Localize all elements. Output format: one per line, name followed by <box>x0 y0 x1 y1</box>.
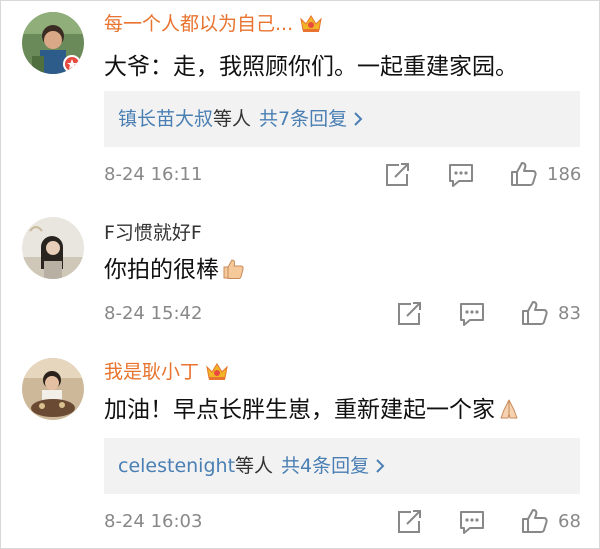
comment-icon[interactable] <box>458 509 486 535</box>
repost-icon[interactable] <box>395 509 423 535</box>
avatar[interactable] <box>22 217 84 279</box>
avatar[interactable] <box>22 358 84 420</box>
reply-summary-box[interactable]: 镇长苗大叔等人 共7条回复 <box>104 91 580 147</box>
chevron-right-icon <box>376 459 385 473</box>
timestamp: 8-24 16:03 <box>104 511 203 532</box>
timestamp: 8-24 15:42 <box>104 303 203 324</box>
reply-names-link[interactable]: 镇长苗大叔 <box>118 108 213 130</box>
comment-item: 每一个人都以为自己... 大爷：走，我照顾你们。一起重建家园。 镇长苗大叔等人共… <box>0 0 600 200</box>
comment-icon[interactable] <box>447 162 475 188</box>
username[interactable]: 我是耿小丁 <box>104 360 229 384</box>
vip-crown-icon <box>300 15 322 32</box>
like-count: 186 <box>547 164 582 185</box>
like-count: 68 <box>558 511 581 532</box>
chevron-right-icon <box>354 112 363 126</box>
comment-icon[interactable] <box>458 301 486 327</box>
username[interactable]: 每一个人都以为自己... <box>104 12 323 36</box>
comment-item: 我是耿小丁 加油！早点长胖生崽，重新建起一个家 celestenight等人 共4… <box>0 348 600 549</box>
avatar[interactable] <box>22 12 84 74</box>
comment-text: 大爷：走，我照顾你们。一起重建家园。 <box>104 54 518 80</box>
repost-icon[interactable] <box>383 162 411 188</box>
comment-text: 加油！早点长胖生崽，重新建起一个家 <box>104 395 521 425</box>
username[interactable]: F习惯就好F <box>104 221 202 245</box>
reply-count-link[interactable]: 共7条回复 <box>259 108 347 130</box>
like-icon[interactable] <box>521 300 549 326</box>
reply-count-link[interactable]: 共4条回复 <box>281 455 369 477</box>
praying-hands-emoji-icon <box>500 399 518 419</box>
like-count: 83 <box>558 303 581 324</box>
thumbs-up-emoji-icon <box>223 259 244 279</box>
like-icon[interactable] <box>510 161 538 187</box>
timestamp: 8-24 16:11 <box>104 164 203 185</box>
reply-summary-box[interactable]: celestenight等人 共4条回复 <box>104 438 580 494</box>
comment-item: F习惯就好F 你拍的很棒 8-24 15:42 83 <box>0 200 600 348</box>
reply-suffix: 等人 <box>235 455 274 477</box>
vip-crown-icon <box>206 363 228 380</box>
like-icon[interactable] <box>521 508 549 534</box>
reply-names-link[interactable]: celestenight <box>118 455 235 477</box>
comment-text: 你拍的很棒 <box>104 255 245 285</box>
reply-suffix: 等人 <box>213 108 252 130</box>
repost-icon[interactable] <box>395 301 423 327</box>
